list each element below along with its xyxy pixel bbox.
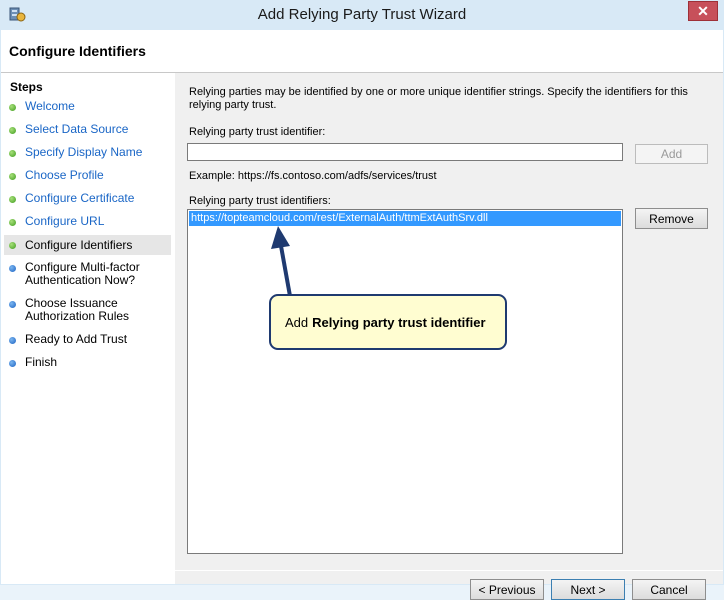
step-label: Configure Identifiers — [25, 237, 133, 252]
callout-emphasis: Relying party trust identifier — [312, 314, 486, 330]
step-pending-icon — [9, 337, 16, 344]
next-button[interactable]: Next > — [551, 579, 625, 600]
callout-prefix: Add — [285, 314, 309, 330]
annotation-callout: Add Relying party trust identifier — [269, 294, 507, 350]
step-ready-to-add-trust: Ready to Add Trust — [9, 333, 171, 346]
steps-heading: Steps — [10, 80, 43, 94]
step-label: Choose Profile — [25, 168, 104, 182]
close-icon: ✕ — [697, 2, 709, 19]
step-configure-identifiers: Configure Identifiers — [4, 235, 171, 255]
step-label: Select Data Source — [25, 122, 129, 136]
step-configure-url[interactable]: Configure URL — [9, 215, 171, 228]
identifier-label: Relying party trust identifier: — [189, 126, 326, 138]
step-complete-icon — [9, 196, 16, 203]
page-title: Configure Identifiers — [9, 43, 146, 59]
identifier-input[interactable] — [187, 143, 623, 161]
step-complete-icon — [9, 150, 16, 157]
step-complete-icon — [9, 219, 16, 226]
step-pending-icon — [9, 265, 16, 272]
step-configure-certificate[interactable]: Configure Certificate — [9, 192, 171, 205]
page-header: Configure Identifiers — [1, 30, 723, 73]
close-button[interactable]: ✕ — [688, 1, 718, 21]
step-configure-mfa: Configure Multi-factor Authentication No… — [9, 261, 171, 287]
step-label: Welcome — [25, 99, 75, 113]
step-label: Configure URL — [25, 214, 105, 228]
add-button[interactable]: Add — [635, 144, 708, 164]
example-text: Example: https://fs.contoso.com/adfs/ser… — [189, 170, 437, 182]
page-description: Relying parties may be identified by one… — [189, 86, 688, 111]
step-label: Configure Certificate — [25, 191, 135, 205]
step-label: Finish — [25, 355, 58, 369]
step-pending-icon — [9, 301, 16, 308]
step-label: Choose Issuance Authorization Rules — [25, 296, 130, 323]
window-title: Add Relying Party Trust Wizard — [257, 6, 467, 23]
step-choose-issuance-rules: Choose Issuance Authorization Rules — [9, 297, 171, 323]
step-complete-icon — [9, 127, 16, 134]
step-complete-icon — [9, 104, 16, 111]
step-label: Ready to Add Trust — [25, 332, 128, 346]
steps-pane: Steps Welcome Select Data Source Specify… — [1, 73, 174, 584]
list-item[interactable]: https://topteamcloud.com/rest/ExternalAu… — [189, 211, 621, 226]
step-welcome[interactable]: Welcome — [9, 100, 171, 113]
title-bar: Add Relying Party Trust Wizard ✕ — [0, 0, 724, 30]
previous-button[interactable]: < Previous — [470, 579, 544, 600]
step-current-icon — [9, 241, 16, 249]
step-select-data-source[interactable]: Select Data Source — [9, 123, 171, 136]
step-pending-icon — [9, 360, 16, 367]
remove-button[interactable]: Remove — [635, 208, 708, 229]
cancel-button[interactable]: Cancel — [632, 579, 706, 600]
step-label: Configure Multi-factor Authentication No… — [25, 260, 140, 287]
step-choose-profile[interactable]: Choose Profile — [9, 169, 171, 182]
step-finish: Finish — [9, 356, 171, 369]
identifiers-list[interactable]: https://topteamcloud.com/rest/ExternalAu… — [187, 209, 623, 554]
identifiers-label: Relying party trust identifiers: — [189, 195, 331, 207]
wizard-window: Add Relying Party Trust Wizard ✕ Configu… — [0, 0, 724, 600]
step-label: Specify Display Name — [25, 145, 143, 159]
footer-divider — [175, 570, 723, 571]
step-specify-display-name[interactable]: Specify Display Name — [9, 146, 171, 159]
step-complete-icon — [9, 173, 16, 180]
